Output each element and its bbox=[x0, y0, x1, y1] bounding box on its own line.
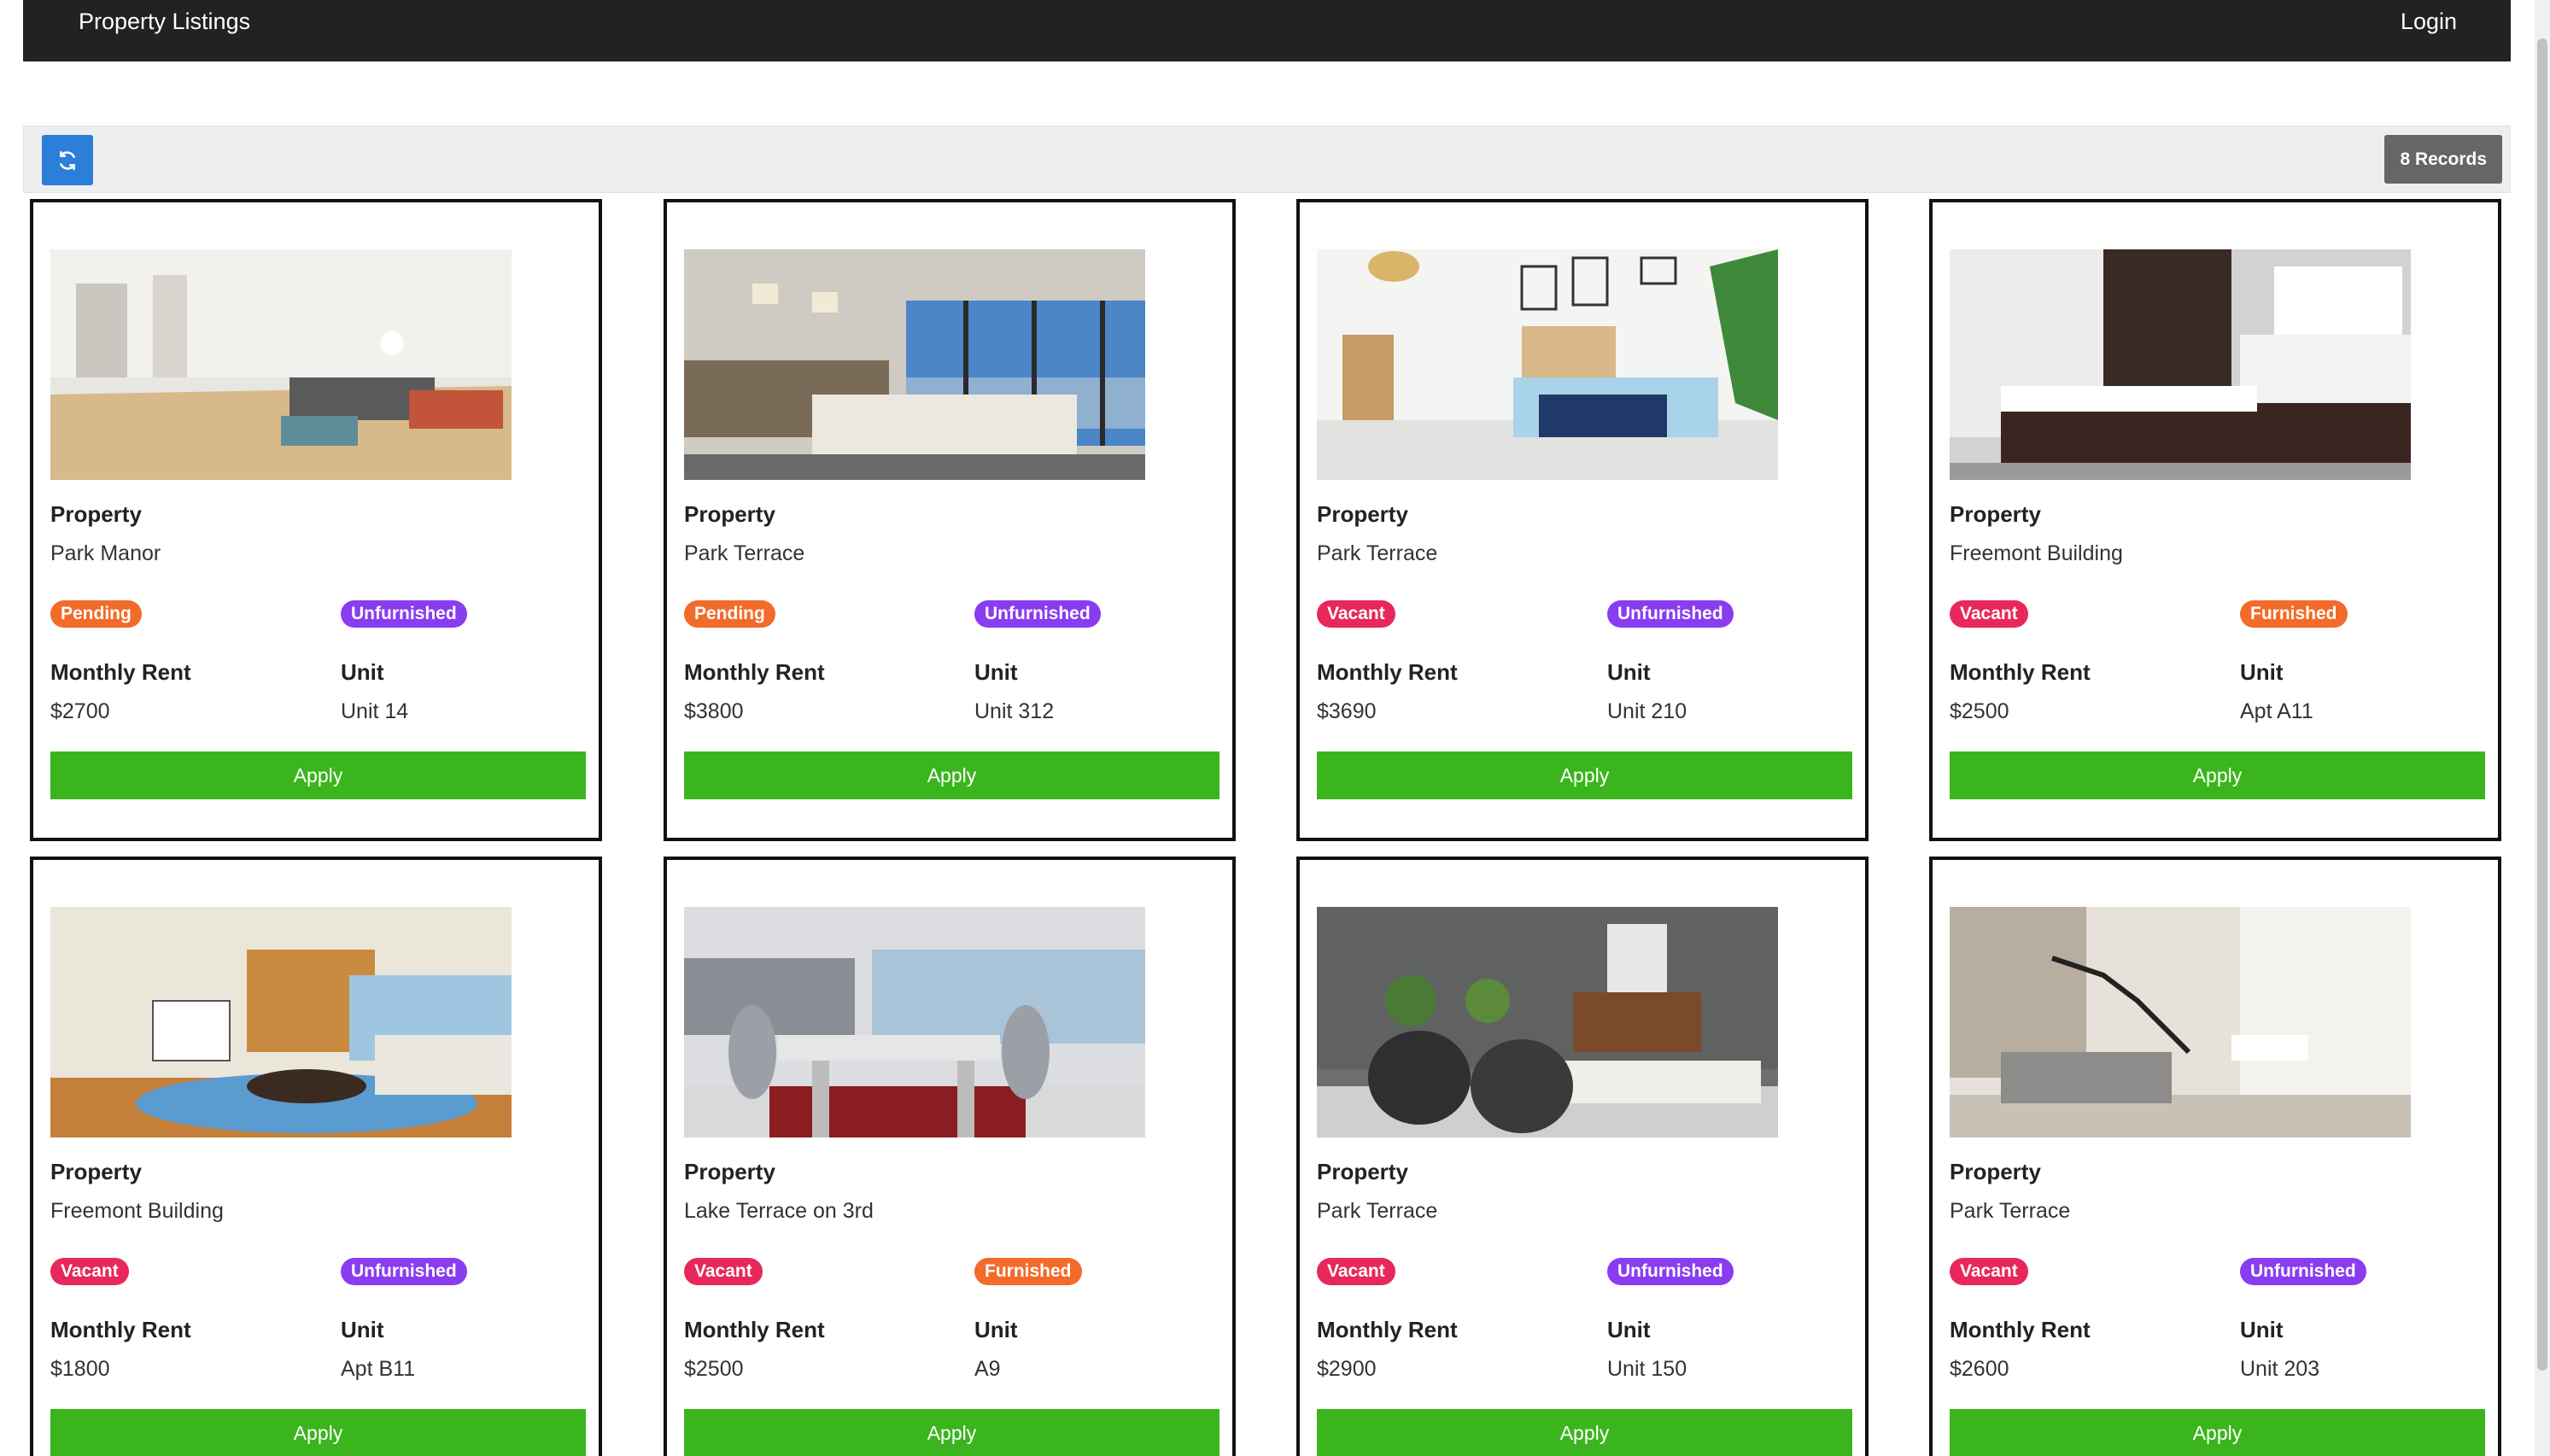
monthly-rent-label: Monthly Rent bbox=[684, 1317, 825, 1342]
furnishing-badge: Furnished bbox=[2240, 600, 2348, 628]
monthly-rent-label: Monthly Rent bbox=[1317, 1317, 1458, 1342]
unit-label: Unit bbox=[2240, 659, 2284, 685]
scrollbar-thumb[interactable] bbox=[2537, 38, 2547, 1371]
unit-label: Unit bbox=[974, 1317, 1018, 1342]
monthly-rent-value: $1800 bbox=[50, 1357, 110, 1381]
property-name: Lake Terrace on 3rd bbox=[684, 1199, 874, 1223]
unit-value: Apt B11 bbox=[341, 1357, 416, 1381]
monthly-rent-label: Monthly Rent bbox=[1950, 1317, 2091, 1342]
furnishing-badge: Furnished bbox=[974, 1258, 1082, 1285]
unit-label: Unit bbox=[341, 1317, 384, 1342]
property-name: Park Terrace bbox=[1317, 541, 1438, 565]
records-count-badge: 8 Records bbox=[2384, 135, 2502, 184]
status-badge: Vacant bbox=[1317, 1258, 1395, 1285]
monthly-rent-value: $3690 bbox=[1317, 699, 1377, 723]
apply-button[interactable]: Apply bbox=[684, 1409, 1219, 1456]
refresh-button[interactable] bbox=[42, 135, 93, 185]
property-photo bbox=[50, 249, 512, 480]
property-name: Park Manor bbox=[50, 541, 161, 565]
monthly-rent-label: Monthly Rent bbox=[50, 659, 191, 685]
property-photo bbox=[50, 907, 512, 1137]
page-scrollbar[interactable] bbox=[2535, 0, 2550, 1456]
unit-label: Unit bbox=[974, 659, 1018, 685]
apply-button[interactable]: Apply bbox=[1317, 751, 1852, 799]
unit-value: Unit 312 bbox=[974, 699, 1055, 723]
apply-button[interactable]: Apply bbox=[684, 751, 1219, 799]
listing-card: Property Lake Terrace on 3rd Vacant Furn… bbox=[664, 857, 1236, 1456]
property-photo bbox=[1317, 249, 1778, 480]
apply-button[interactable]: Apply bbox=[50, 751, 586, 799]
property-name: Freemont Building bbox=[50, 1199, 224, 1223]
property-name: Park Terrace bbox=[1950, 1199, 2071, 1223]
monthly-rent-value: $2900 bbox=[1317, 1357, 1377, 1381]
status-badge: Vacant bbox=[50, 1258, 129, 1285]
unit-label: Unit bbox=[1607, 1317, 1651, 1342]
unit-label: Unit bbox=[2240, 1317, 2284, 1342]
property-name: Freemont Building bbox=[1950, 541, 2123, 565]
unit-value: Unit 210 bbox=[1607, 699, 1687, 723]
monthly-rent-label: Monthly Rent bbox=[684, 659, 825, 685]
listing-card: Property Park Terrace Vacant Unfurnished… bbox=[1929, 857, 2501, 1456]
status-badge: Vacant bbox=[684, 1258, 763, 1285]
property-label: Property bbox=[50, 1159, 142, 1184]
status-badge: Vacant bbox=[1950, 600, 2028, 628]
property-name: Park Terrace bbox=[684, 541, 805, 565]
property-label: Property bbox=[1950, 1159, 2041, 1184]
unit-label: Unit bbox=[1607, 659, 1651, 685]
listing-card: Property Park Terrace Vacant Unfurnished… bbox=[1296, 857, 1869, 1456]
unit-value: Apt A11 bbox=[2240, 699, 2313, 723]
unit-label: Unit bbox=[341, 659, 384, 685]
monthly-rent-label: Monthly Rent bbox=[1317, 659, 1458, 685]
property-photo bbox=[1950, 907, 2411, 1137]
property-photo bbox=[684, 249, 1145, 480]
property-label: Property bbox=[50, 501, 142, 527]
property-photo bbox=[684, 907, 1145, 1137]
status-badge: Pending bbox=[684, 600, 775, 628]
status-badge: Pending bbox=[50, 600, 142, 628]
property-label: Property bbox=[1317, 1159, 1408, 1184]
status-badge: Vacant bbox=[1950, 1258, 2028, 1285]
furnishing-badge: Unfurnished bbox=[341, 1258, 467, 1285]
apply-button[interactable]: Apply bbox=[1317, 1409, 1852, 1456]
apply-button[interactable]: Apply bbox=[1950, 1409, 2485, 1456]
monthly-rent-value: $2700 bbox=[50, 699, 110, 723]
monthly-rent-value: $2500 bbox=[684, 1357, 744, 1381]
monthly-rent-label: Monthly Rent bbox=[50, 1317, 191, 1342]
apply-button[interactable]: Apply bbox=[1950, 751, 2485, 799]
brand-title[interactable]: Property Listings bbox=[79, 9, 250, 35]
login-link[interactable]: Login bbox=[2401, 9, 2457, 35]
apply-button[interactable]: Apply bbox=[50, 1409, 586, 1456]
listing-card: Property Park Manor Pending Unfurnished … bbox=[30, 199, 602, 841]
furnishing-badge: Unfurnished bbox=[1607, 600, 1734, 628]
property-label: Property bbox=[1317, 501, 1408, 527]
refresh-icon bbox=[60, 150, 75, 170]
furnishing-badge: Unfurnished bbox=[341, 600, 467, 628]
monthly-rent-value: $2500 bbox=[1950, 699, 2009, 723]
unit-value: Unit 203 bbox=[2240, 1357, 2320, 1381]
property-label: Property bbox=[1950, 501, 2041, 527]
listing-card: Property Freemont Building Vacant Furnis… bbox=[1929, 199, 2501, 841]
property-photo bbox=[1317, 907, 1778, 1137]
monthly-rent-label: Monthly Rent bbox=[1950, 659, 2091, 685]
furnishing-badge: Unfurnished bbox=[2240, 1258, 2366, 1285]
monthly-rent-value: $3800 bbox=[684, 699, 744, 723]
toolbar: 8 Records bbox=[23, 126, 2511, 193]
listing-card: Property Park Terrace Vacant Unfurnished… bbox=[1296, 199, 1869, 841]
monthly-rent-value: $2600 bbox=[1950, 1357, 2009, 1381]
unit-value: Unit 14 bbox=[341, 699, 409, 723]
property-label: Property bbox=[684, 501, 775, 527]
unit-value: Unit 150 bbox=[1607, 1357, 1687, 1381]
property-name: Park Terrace bbox=[1317, 1199, 1438, 1223]
top-navbar: Property Listings Login bbox=[23, 0, 2511, 61]
unit-value: A9 bbox=[974, 1357, 1001, 1381]
furnishing-badge: Unfurnished bbox=[1607, 1258, 1734, 1285]
status-badge: Vacant bbox=[1317, 600, 1395, 628]
furnishing-badge: Unfurnished bbox=[974, 600, 1101, 628]
listing-card: Property Park Terrace Pending Unfurnishe… bbox=[664, 199, 1236, 841]
property-label: Property bbox=[684, 1159, 775, 1184]
property-photo bbox=[1950, 249, 2411, 480]
listing-card: Property Freemont Building Vacant Unfurn… bbox=[30, 857, 602, 1456]
